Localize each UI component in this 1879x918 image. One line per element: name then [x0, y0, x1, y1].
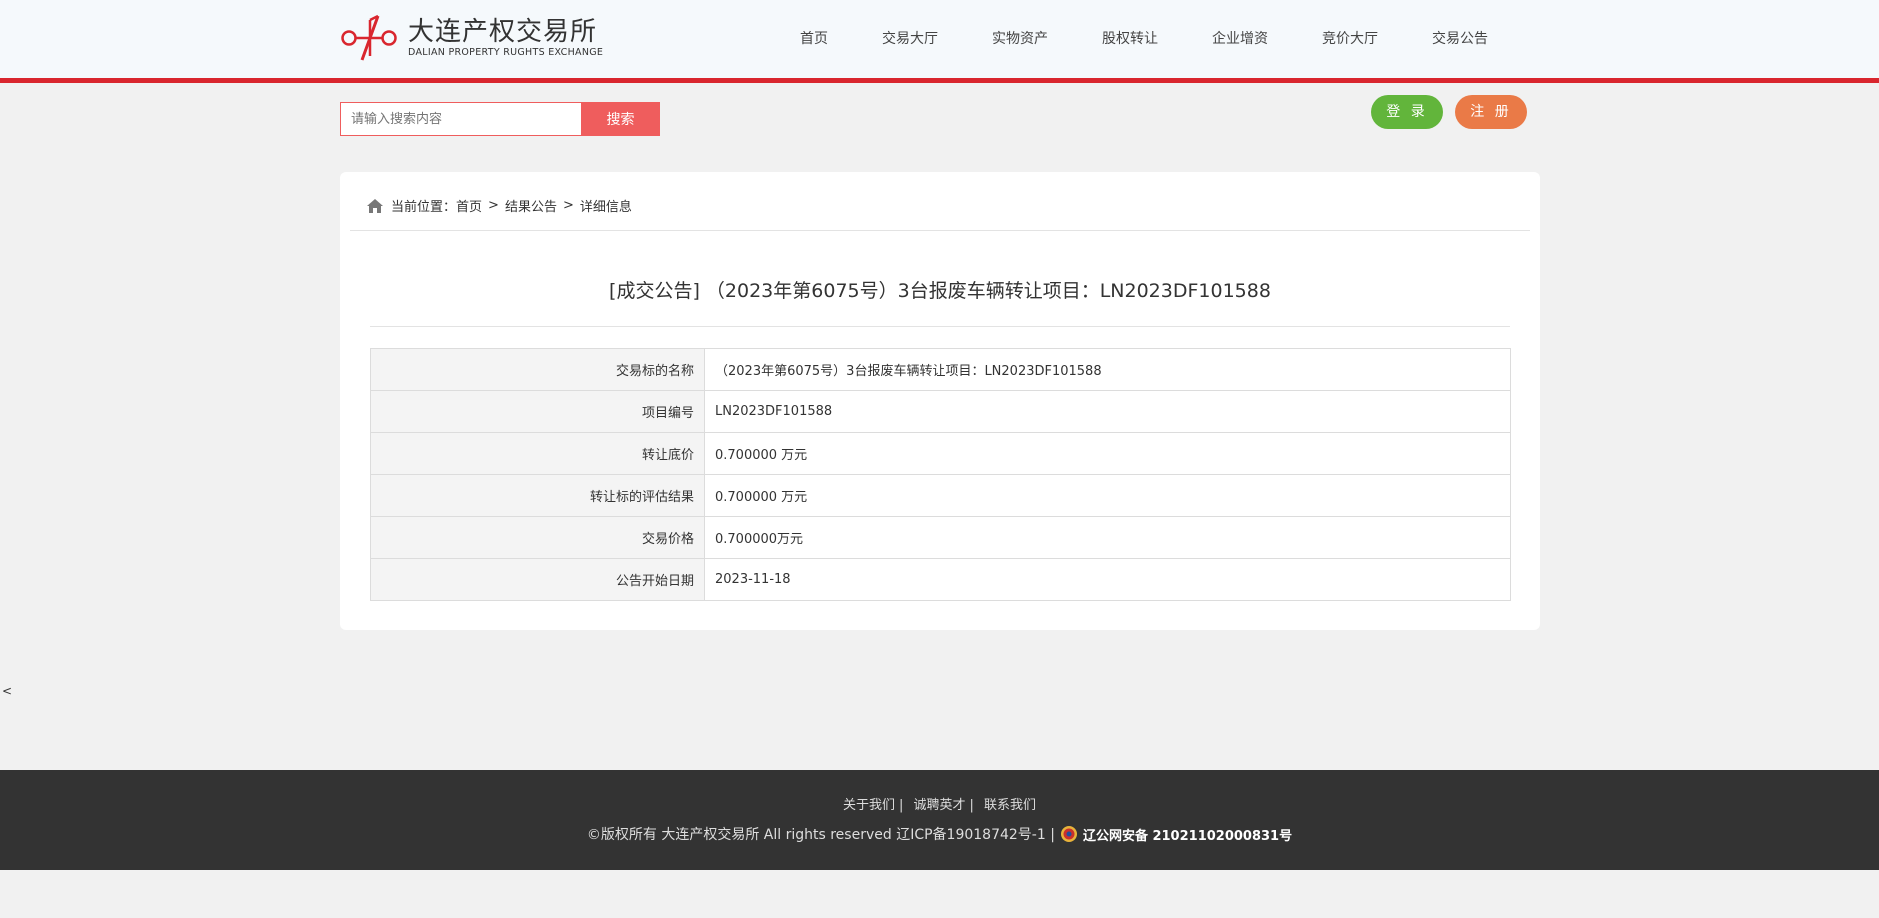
- footer-links: 关于我们 | 诚聘英才 | 联系我们: [842, 798, 1037, 813]
- home-icon: [367, 198, 383, 213]
- search-button[interactable]: 搜索: [581, 102, 660, 136]
- row-label: 转让标的评估结果: [370, 474, 705, 517]
- row-label: 项目编号: [370, 390, 705, 433]
- table-row: 转让标的评估结果 0.700000 万元: [370, 474, 1511, 517]
- row-label: 公告开始日期: [370, 558, 705, 601]
- title-divider: [370, 326, 1510, 327]
- footer-police-record[interactable]: 辽公网安备 21021102000831号: [1083, 825, 1292, 844]
- nav-item-trading-hall[interactable]: 交易大厅: [882, 0, 938, 78]
- row-label: 交易标的名称: [370, 348, 705, 391]
- info-table: 交易标的名称 （2023年第6075号）3台报废车辆转让项目：LN2023DF1…: [370, 348, 1511, 601]
- row-value: 2023-11-18: [704, 558, 1511, 601]
- footer-copyright: ©版权所有 大连产权交易所 All rights reserved 辽ICP备1…: [586, 827, 1055, 843]
- row-value: LN2023DF101588: [704, 390, 1511, 433]
- page-title: [成交公告] （2023年第6075号）3台报废车辆转让项目：LN2023DF1…: [609, 280, 1271, 302]
- breadcrumb-item-results[interactable]: 结果公告: [505, 196, 557, 215]
- login-button[interactable]: 登 录: [1371, 95, 1443, 129]
- footer-link-about[interactable]: 关于我们: [843, 798, 895, 813]
- search-input[interactable]: [340, 102, 581, 136]
- table-row: 公告开始日期 2023-11-18: [370, 558, 1511, 601]
- table-row: 交易价格 0.700000万元: [370, 516, 1511, 559]
- breadcrumb-separator: >: [562, 198, 574, 213]
- breadcrumb-separator: >: [488, 198, 499, 213]
- breadcrumb-item-detail: 详细信息: [579, 200, 632, 215]
- nav-item-equity-transfer[interactable]: 股权转让: [1102, 0, 1158, 78]
- table-row: 转让底价 0.700000 万元: [370, 432, 1511, 475]
- nav-item-announcements[interactable]: 交易公告: [1432, 0, 1488, 78]
- row-label: 转让底价: [370, 432, 705, 475]
- table-row: 项目编号 LN2023DF101588: [370, 390, 1511, 433]
- site-header: 大连产权交易所 DALIAN PROPERTY RUGHTS EXCHANGE …: [0, 0, 1879, 83]
- row-value: （2023年第6075号）3台报废车辆转让项目：LN2023DF101588: [704, 348, 1511, 391]
- footer-link-careers[interactable]: 诚聘英才: [913, 798, 965, 813]
- row-value: 0.700000 万元: [704, 432, 1511, 475]
- logo-title: 大连产权交易所: [408, 17, 598, 47]
- nav-item-physical-assets[interactable]: 实物资产: [992, 0, 1048, 78]
- table-row: 交易标的名称 （2023年第6075号）3台报废车辆转让项目：LN2023DF1…: [370, 348, 1511, 391]
- row-value: 0.700000万元: [704, 516, 1511, 559]
- footer-link-contact[interactable]: 联系我们: [984, 798, 1036, 813]
- nav-item-bidding-hall[interactable]: 竞价大厅: [1322, 0, 1378, 78]
- footer-copyright-row: ©版权所有 大连产权交易所 All rights reserved 辽ICP备1…: [0, 824, 1879, 844]
- logo-subtitle: DALIAN PROPERTY RUGHTS EXCHANGE: [408, 47, 604, 58]
- site-footer: 关于我们 | 诚聘英才 | 联系我们 ©版权所有 大连产权交易所 All right…: [0, 770, 1879, 870]
- search-bar: 搜索: [340, 102, 660, 136]
- row-label: 交易价格: [370, 516, 705, 559]
- police-badge-icon: [1060, 826, 1077, 842]
- main-nav: 首页 交易大厅 实物资产 股权转让 企业增资 竞价大厅 交易公告: [800, 0, 1542, 78]
- register-button[interactable]: 注 册: [1455, 95, 1527, 129]
- breadcrumb: 当前位置： 首页 > 结果公告 > 详细信息: [366, 196, 632, 215]
- breadcrumb-divider: [350, 230, 1530, 231]
- breadcrumb-prefix: 当前位置：: [391, 200, 457, 215]
- breadcrumb-item-home[interactable]: 首页: [456, 196, 482, 215]
- nav-item-home[interactable]: 首页: [800, 0, 828, 78]
- logo-mark-icon: [341, 14, 397, 61]
- detail-card: 当前位置： 首页 > 结果公告 > 详细信息 [成交公告] （2023年第607…: [340, 172, 1540, 630]
- site-logo[interactable]: 大连产权交易所 DALIAN PROPERTY RUGHTS EXCHANGE: [340, 14, 603, 62]
- stray-text: <: [2, 684, 13, 698]
- row-value: 0.700000 万元: [704, 474, 1511, 517]
- nav-item-capital-increase[interactable]: 企业增资: [1212, 0, 1268, 78]
